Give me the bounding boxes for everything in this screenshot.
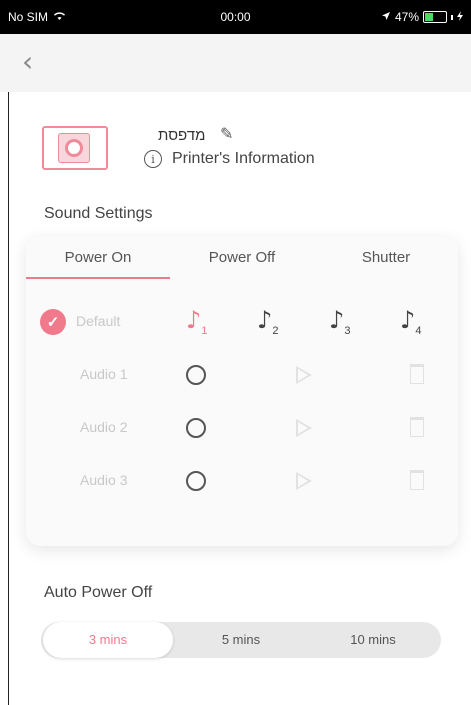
auto-power-off-selector: 3 mins 5 mins 10 mins — [41, 622, 441, 658]
option-10-mins[interactable]: 10 mins — [307, 622, 439, 658]
audio-2-play-icon[interactable] — [296, 419, 312, 437]
tab-shutter[interactable]: Shutter — [314, 249, 458, 266]
audio-3-play-icon[interactable] — [296, 472, 312, 490]
audio-2-label: Audio 2 — [80, 419, 128, 435]
music-note-2-icon[interactable]: ♪2 — [257, 307, 278, 344]
battery-icon — [423, 11, 447, 23]
audio-2-radio[interactable] — [186, 418, 206, 438]
status-right: 47% — [381, 10, 463, 24]
tab-power-off[interactable]: Power Off — [170, 249, 314, 266]
default-sound-row: ✓ Default ♪1 ♪2 ♪3 ♪4 — [26, 303, 458, 343]
printer-info-label: Printer's Information — [172, 150, 315, 167]
printer-icon — [42, 126, 108, 170]
audio-1-label: Audio 1 — [80, 366, 128, 382]
audio-3-row: Audio 3 — [26, 462, 458, 502]
sound-settings-card: Power On Power Off Shutter ✓ Default ♪1 … — [26, 236, 458, 546]
back-chevron-icon[interactable]: ‹ — [22, 48, 33, 76]
note-4-label: 4 — [415, 324, 422, 337]
sound-settings-title: Sound Settings — [44, 205, 153, 222]
checkmark-icon[interactable]: ✓ — [40, 309, 66, 335]
battery-percent: 47% — [394, 10, 419, 24]
note-1-label: 1 — [201, 324, 208, 337]
printer-name: מדפסת — [158, 127, 206, 144]
note-3-label: 3 — [344, 324, 351, 337]
edit-pencil-icon[interactable]: ✎ — [220, 124, 233, 144]
audio-3-trash-icon[interactable] — [410, 470, 424, 490]
audio-1-row: Audio 1 — [26, 356, 458, 396]
info-icon: i — [144, 150, 162, 168]
audio-3-radio[interactable] — [186, 471, 206, 491]
option-5-mins[interactable]: 5 mins — [175, 622, 307, 658]
status-bar: No SIM 00:00 47% — [0, 0, 471, 34]
auto-power-off-title: Auto Power Off — [44, 584, 153, 601]
option-3-mins[interactable]: 3 mins — [43, 622, 173, 658]
charging-icon — [457, 10, 463, 24]
music-note-3-icon[interactable]: ♪3 — [329, 307, 350, 344]
printer-info-link[interactable]: i Printer's Information — [144, 150, 315, 168]
battery-tip — [451, 14, 453, 20]
audio-3-label: Audio 3 — [80, 472, 128, 488]
audio-1-radio[interactable] — [186, 365, 206, 385]
music-note-4-icon[interactable]: ♪4 — [400, 307, 421, 344]
location-arrow-icon — [381, 10, 391, 24]
default-label: Default — [76, 313, 121, 329]
music-note-1-icon[interactable]: ♪1 — [186, 307, 207, 344]
note-2-label: 2 — [272, 324, 279, 337]
audio-2-row: Audio 2 — [26, 409, 458, 449]
tab-power-on[interactable]: Power On — [26, 249, 170, 266]
audio-2-trash-icon[interactable] — [410, 417, 424, 437]
audio-1-trash-icon[interactable] — [410, 364, 424, 384]
left-edge-line — [8, 92, 9, 705]
active-tab-indicator — [26, 277, 170, 279]
navigation-bar: ‹ — [0, 34, 471, 92]
audio-1-play-icon[interactable] — [296, 366, 312, 384]
